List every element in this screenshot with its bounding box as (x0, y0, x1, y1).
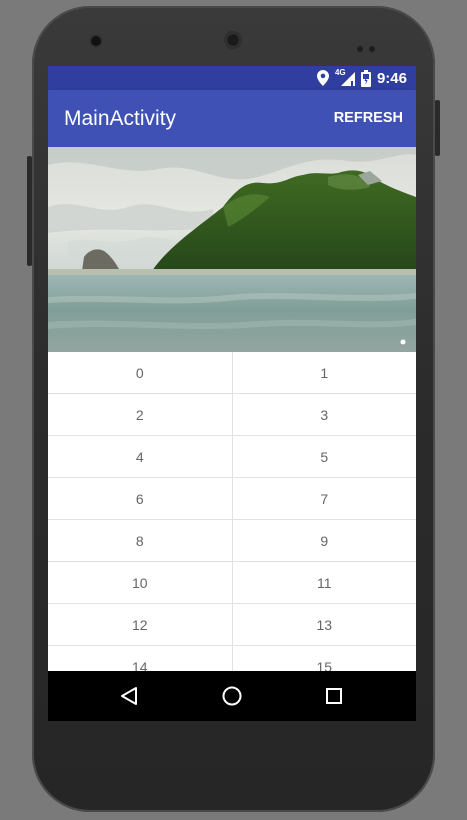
grid-row: 10 11 (48, 562, 416, 604)
navigation-bar (48, 671, 416, 721)
grid-cell[interactable]: 8 (48, 520, 233, 561)
back-icon (121, 687, 137, 705)
number-grid: 0 1 2 3 4 5 6 7 8 9 10 11 12 13 14 15 (48, 352, 416, 688)
grid-cell[interactable]: 2 (48, 394, 233, 435)
grid-cell[interactable]: 0 (48, 352, 233, 393)
grid-cell[interactable]: 5 (233, 436, 417, 477)
location-icon (316, 70, 329, 86)
home-icon (222, 686, 242, 706)
image-banner[interactable] (48, 147, 416, 352)
grid-cell[interactable]: 7 (233, 478, 417, 519)
grid-cell[interactable]: 1 (233, 352, 417, 393)
recents-button[interactable] (304, 671, 364, 721)
status-time: 9:46 (376, 69, 407, 87)
grid-row: 8 9 (48, 520, 416, 562)
earpiece-speaker (224, 31, 242, 49)
grid-cell[interactable]: 10 (48, 562, 233, 603)
refresh-button[interactable]: REFRESH (334, 110, 403, 126)
grid-row: 0 1 (48, 352, 416, 394)
signal-icon: 4G (335, 68, 355, 86)
grid-cell[interactable]: 3 (233, 394, 417, 435)
app-bar: MainActivity REFRESH (48, 90, 416, 147)
status-bar: 4G 9:46 (48, 66, 416, 90)
grid-cell[interactable]: 9 (233, 520, 417, 561)
home-button[interactable] (202, 671, 262, 721)
back-button[interactable] (99, 671, 159, 721)
front-camera (91, 36, 101, 46)
grid-row: 2 3 (48, 394, 416, 436)
grid-cell[interactable]: 12 (48, 604, 233, 645)
grid-cell[interactable]: 11 (233, 562, 417, 603)
grid-cell[interactable]: 13 (233, 604, 417, 645)
screen: 4G 9:46 MainActivity REFRESH 0 1 2 3 4 5… (48, 66, 416, 721)
proximity-sensors (357, 37, 381, 56)
battery-icon (360, 69, 371, 87)
page-indicator-dot (400, 339, 406, 345)
grid-cell[interactable]: 4 (48, 436, 233, 477)
grid-row: 6 7 (48, 478, 416, 520)
grid-cell[interactable]: 6 (48, 478, 233, 519)
recents-icon (326, 688, 342, 704)
grid-row: 4 5 (48, 436, 416, 478)
power-button (435, 100, 440, 156)
volume-button (27, 156, 32, 266)
app-title: MainActivity (64, 107, 177, 130)
grid-row: 12 13 (48, 604, 416, 646)
island-photo (48, 147, 416, 352)
